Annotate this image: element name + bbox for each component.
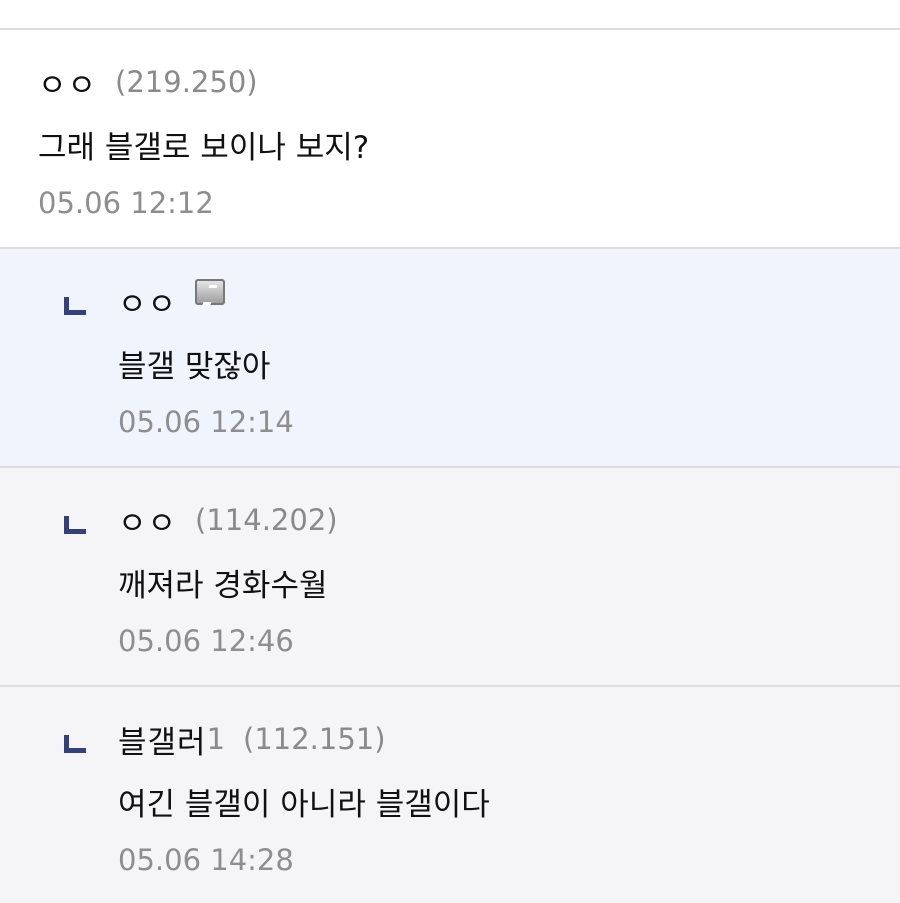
reply-text: 깨져라 경화수월 [118,568,328,604]
reply-time: 05.06 14:28 [118,843,294,877]
reply-author-suffix: 1 [206,722,226,756]
reply-arrow-icon [64,735,86,753]
comment-ip: (219.250) [115,65,258,99]
fixed-nick-icon [195,279,226,305]
reply-header: ㅇㅇ [118,279,900,324]
reply-time: 05.06 12:46 [118,624,294,658]
reply-arrow-icon [64,297,86,315]
comment-author[interactable]: ㅇㅇ [38,60,97,105]
reply-arrow-icon [64,516,86,534]
reply-time: 05.06 12:14 [118,405,294,439]
reply-text: 블갤 맞잖아 [118,349,271,385]
reply-ip: (114.202) [195,503,338,537]
reply-author[interactable]: 블갤러 [118,717,207,762]
reply-item: ㅇㅇ 블갤 맞잖아 05.06 12:14 [0,249,900,468]
reply-ip: (112.151) [243,722,386,756]
comment-list: ㅇㅇ (219.250) 그래 블갤로 보이나 보지? 05.06 12:12 … [0,0,900,903]
reply-header: 블갤러 1 (112.151) [118,717,900,762]
reply-author[interactable]: ㅇㅇ [118,498,177,543]
reply-text: 여긴 블갤이 아니라 블갤이다 [118,787,490,823]
comment-time: 05.06 12:12 [38,186,214,220]
reply-header: ㅇㅇ (114.202) [118,498,900,543]
comment-header: ㅇㅇ (219.250) [38,60,900,105]
reply-item: 블갤러 1 (112.151) 여긴 블갤이 아니라 블갤이다 05.06 14:… [0,687,900,903]
reply-author[interactable]: ㅇㅇ [118,279,177,324]
comment-item: ㅇㅇ (219.250) 그래 블갤로 보이나 보지? 05.06 12:12 [0,30,900,249]
comment-text: 그래 블갤로 보이나 보지? [38,130,370,166]
previous-comment-cutoff [0,0,900,30]
reply-item: ㅇㅇ (114.202) 깨져라 경화수월 05.06 12:46 [0,468,900,687]
